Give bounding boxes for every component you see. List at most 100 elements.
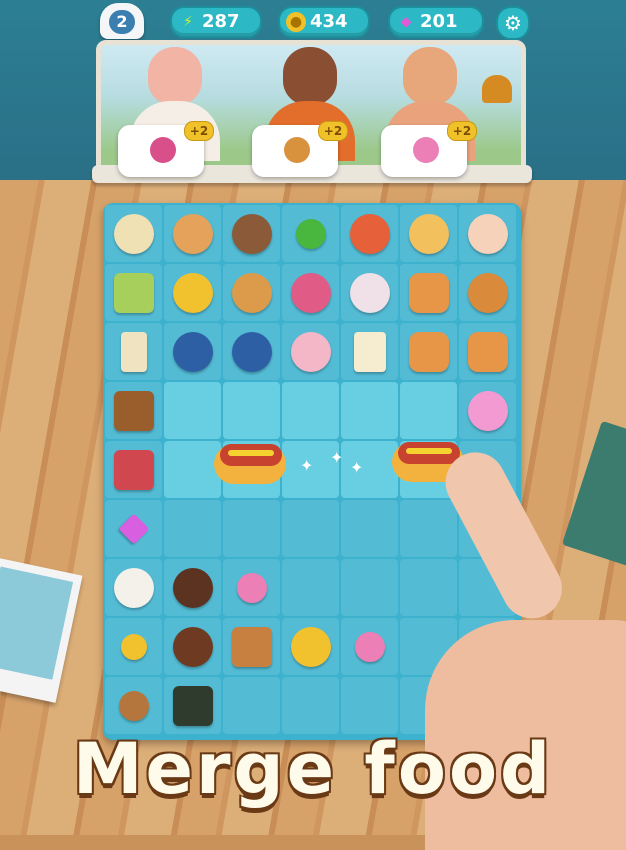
board-cell[interactable] [105,500,162,557]
board-cell[interactable] [105,677,162,734]
coins-icon [172,272,213,313]
sandwich-icon [284,137,310,163]
board-cell[interactable] [282,264,339,321]
promo-title: Merge food [72,728,554,810]
gem-counter[interactable]: ◆ 201 [388,6,484,38]
coins-icon [290,626,331,667]
milk-carton-icon [120,331,147,372]
lightning-icon: ⚡ [183,14,193,30]
board-cell[interactable] [164,677,221,734]
board-cell[interactable] [223,500,280,557]
board-cell[interactable] [164,382,221,439]
board-cell[interactable] [282,618,339,675]
board-cell[interactable] [400,205,457,262]
cupcake-icon [236,572,267,603]
board-cell[interactable] [282,205,339,262]
board-cell[interactable] [223,677,280,734]
order-card[interactable]: +2 [252,121,348,177]
board-cell[interactable] [341,559,398,616]
reward-badge: +2 [447,121,477,141]
board-cell[interactable] [105,559,162,616]
board-cell[interactable] [223,323,280,380]
bread-icon [408,331,449,372]
cake-icon [150,137,176,163]
cake-icon [290,272,331,313]
customer-face [403,47,457,105]
board-cell[interactable] [223,618,280,675]
mug-icon [231,331,272,372]
customer-face [283,47,337,105]
board-cell[interactable] [341,500,398,557]
board-cell[interactable] [105,618,162,675]
bread-icon [467,331,508,372]
level-number: 2 [109,10,135,34]
apple-icon [295,218,326,249]
board-cell[interactable] [164,441,221,498]
bread-basket-icon [231,272,272,313]
board-cell[interactable] [341,205,398,262]
bell-icon[interactable] [482,75,512,103]
sandwich-icon [467,272,508,313]
board-cell[interactable] [459,323,516,380]
board-cell[interactable] [105,205,162,262]
grocery-bag-icon [231,626,272,667]
gem-value: 201 [420,11,458,32]
board-cell[interactable] [164,559,221,616]
board-cell[interactable] [282,323,339,380]
tea-cup-icon [113,567,154,608]
coin-counter[interactable]: ● 434 [278,6,370,38]
energy-value: 287 [202,11,240,32]
board-cell[interactable] [223,559,280,616]
board-cell[interactable] [400,264,457,321]
board-cell[interactable] [341,382,398,439]
crate-icon [113,390,154,431]
gem-icon: ◆ [400,14,412,30]
board-cell[interactable] [459,264,516,321]
hotdog-icon[interactable] [214,430,286,486]
dessert-cart-icon [349,272,390,313]
bread-icon [408,272,449,313]
board-cell[interactable] [341,264,398,321]
board-cell[interactable] [282,382,339,439]
board-cell[interactable] [105,264,162,321]
board-cell[interactable] [341,323,398,380]
order-card[interactable]: +2 [381,121,477,177]
cookie-icon [118,690,149,721]
energy-counter[interactable]: ⚡ 287 [170,6,262,38]
coin-value: 434 [310,11,348,32]
order-card[interactable]: +2 [118,121,214,177]
coin-icon: ● [286,12,306,32]
board-cell[interactable] [164,205,221,262]
sparkle-icon: ✦ [330,448,344,467]
board-cell[interactable] [400,323,457,380]
board-cell[interactable] [223,264,280,321]
sundae-icon [172,626,213,667]
coin-icon [120,633,147,660]
board-cell[interactable] [105,382,162,439]
apple-dessert-icon [467,390,508,431]
cookie-stack-icon [172,213,213,254]
top-bar: 2 ⚡ 287 ● 434 ◆ 201 ⚙ [0,0,626,42]
burger-icon [408,213,449,254]
board-cell[interactable] [282,500,339,557]
level-badge[interactable]: 2 [100,3,144,43]
board-cell[interactable] [105,441,162,498]
mug-icon [172,331,213,372]
board-cell[interactable] [341,677,398,734]
board-cell[interactable] [164,618,221,675]
board-cell[interactable] [223,205,280,262]
board-cell[interactable] [164,264,221,321]
milkshake-icon [467,213,508,254]
board-cell[interactable] [164,323,221,380]
board-cell[interactable] [282,677,339,734]
board-cell[interactable] [341,618,398,675]
board-cell[interactable] [459,382,516,439]
coffee-cup-icon [231,213,272,254]
pie-icon [349,213,390,254]
board-cell[interactable] [105,323,162,380]
board-cell[interactable] [282,559,339,616]
settings-button[interactable]: ⚙ [496,6,530,40]
board-cell[interactable] [164,500,221,557]
board-cell[interactable] [459,205,516,262]
sparkle-icon: ✦ [300,456,314,475]
